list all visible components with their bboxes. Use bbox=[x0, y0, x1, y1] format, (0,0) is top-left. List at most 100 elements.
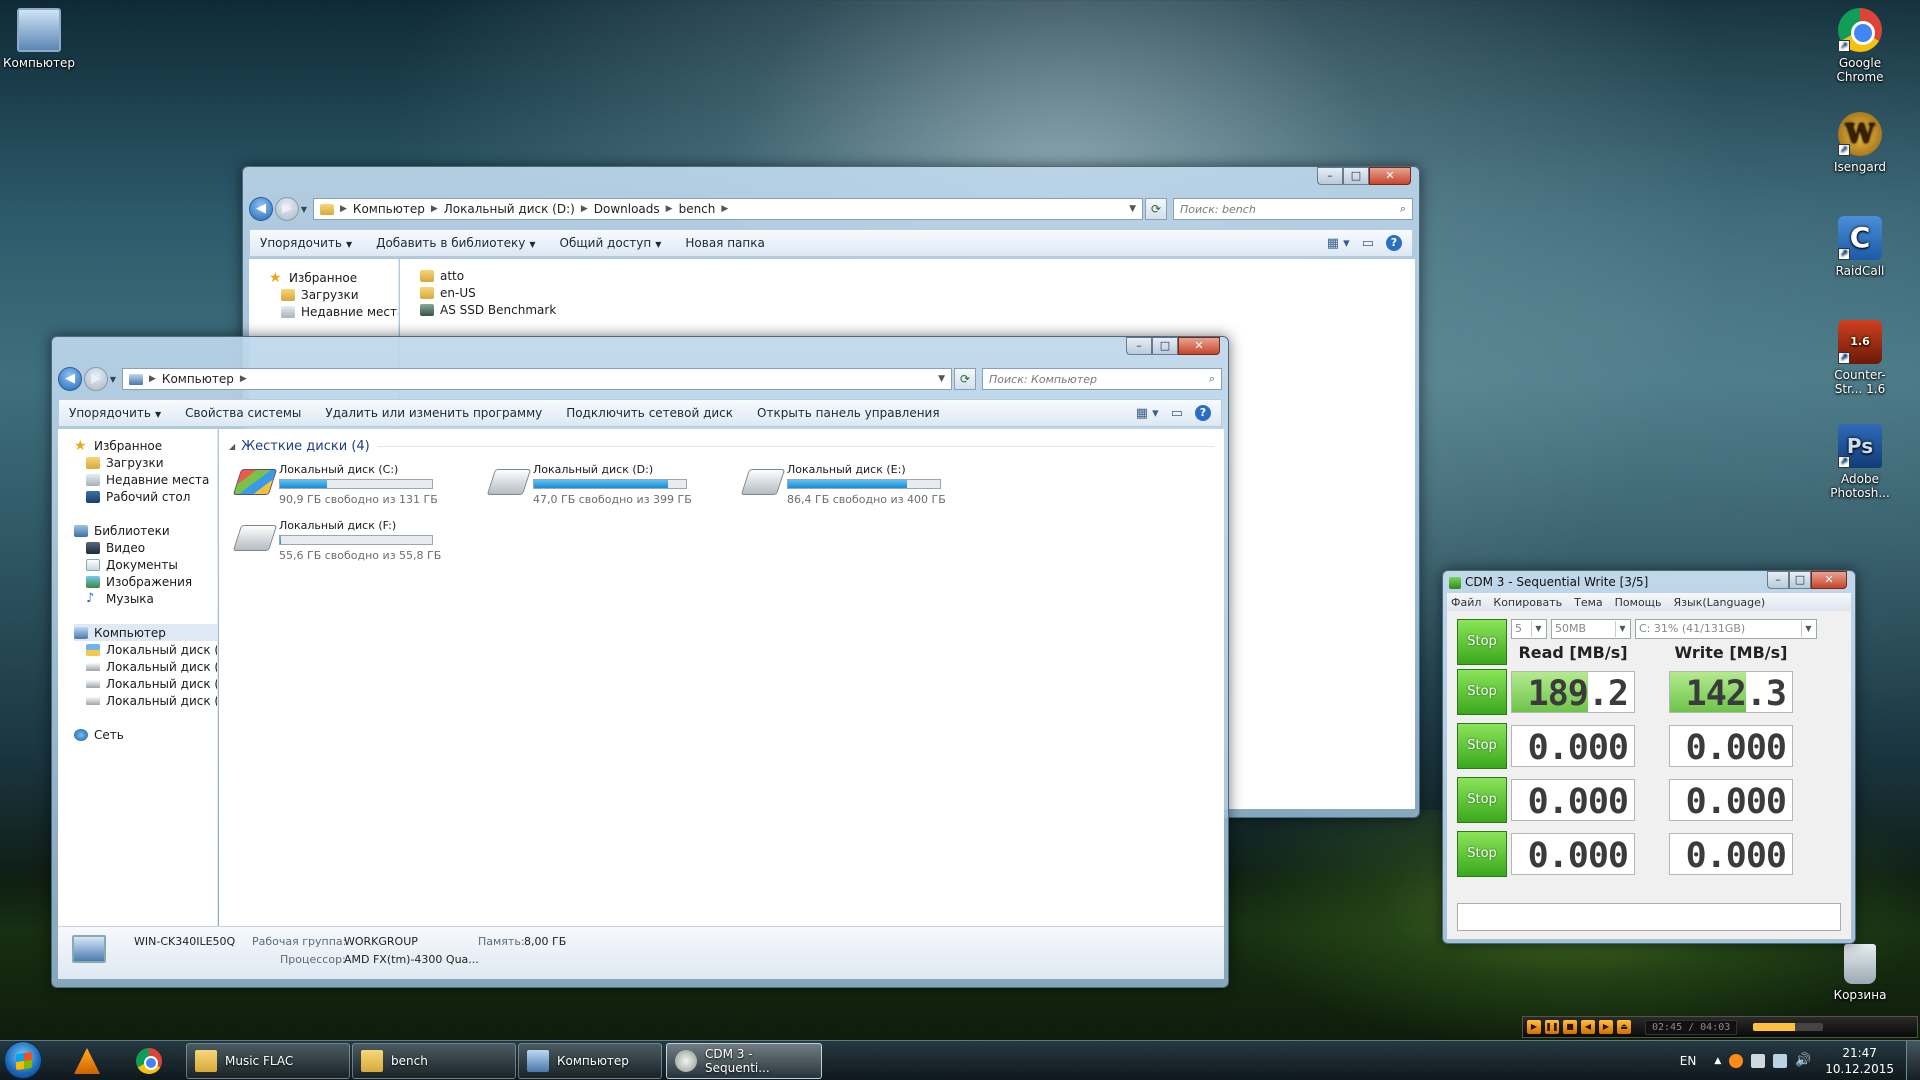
nav-item-drive-e[interactable]: Локальный диск (E: bbox=[74, 675, 217, 692]
desktop-icon-isengard[interactable]: W ↗ Isengard bbox=[1821, 112, 1899, 174]
refresh-button[interactable]: ⟳ bbox=[1145, 198, 1167, 220]
nav-item-drive-c[interactable]: Локальный диск (C bbox=[74, 641, 217, 658]
nav-item-libraries[interactable]: Библиотеки bbox=[74, 522, 217, 539]
nav-item-downloads[interactable]: Загрузки bbox=[269, 286, 398, 303]
help-icon[interactable]: ? bbox=[1195, 405, 1211, 421]
share-menu[interactable]: Общий доступ ▼ bbox=[560, 236, 662, 250]
volume-slider[interactable] bbox=[1753, 1023, 1824, 1031]
nav-item-images[interactable]: Изображения bbox=[74, 573, 217, 590]
nav-item-recent-places[interactable]: Недавние места bbox=[74, 471, 217, 488]
search-input[interactable]: Поиск: Компьютер ⌕ bbox=[982, 368, 1222, 390]
maximize-button[interactable]: □ bbox=[1343, 167, 1369, 185]
nav-item-computer[interactable]: Компьютер bbox=[74, 624, 217, 641]
drive-tile-c[interactable]: Локальный диск (C:) 90,9 ГБ свободно из … bbox=[232, 463, 438, 506]
stop-4k-button[interactable]: Stop bbox=[1457, 777, 1507, 823]
language-indicator[interactable]: EN bbox=[1680, 1054, 1697, 1068]
file-item-atto[interactable]: atto bbox=[420, 267, 1415, 284]
close-button[interactable]: ✕ bbox=[1369, 167, 1411, 185]
nav-item-documents[interactable]: Документы bbox=[74, 556, 217, 573]
nav-item-drive-d[interactable]: Локальный диск (D bbox=[74, 658, 217, 675]
nav-item-drive-f[interactable]: Локальный диск (F: bbox=[74, 692, 217, 709]
pause-icon[interactable]: ❚❚ bbox=[1545, 1020, 1559, 1034]
minimize-button[interactable]: – bbox=[1767, 571, 1789, 589]
drive-group-header[interactable]: ◢ Жесткие диски (4) bbox=[229, 439, 1214, 454]
nav-item-favorites[interactable]: ★ Избранное bbox=[269, 269, 398, 286]
stop-512k-button[interactable]: Stop bbox=[1457, 723, 1507, 769]
address-bar[interactable]: ▶ Компьютер ▶ Локальный диск (D:) ▶ Down… bbox=[313, 198, 1143, 220]
stop-all-button[interactable]: Stop bbox=[1457, 619, 1507, 665]
start-button[interactable] bbox=[4, 1041, 42, 1079]
search-input[interactable]: Поиск: bench ⌕ bbox=[1173, 198, 1413, 220]
pinned-chrome[interactable] bbox=[124, 1043, 174, 1079]
menu-language[interactable]: Язык(Language) bbox=[1674, 596, 1766, 609]
stop-4k-qd32-button[interactable]: Stop bbox=[1457, 831, 1507, 877]
nav-item-downloads[interactable]: Загрузки bbox=[74, 454, 217, 471]
network-icon[interactable] bbox=[1773, 1054, 1788, 1068]
forward-button[interactable]: ▶ bbox=[275, 197, 299, 221]
open-icon[interactable]: ⏏ bbox=[1617, 1020, 1631, 1034]
organize-menu[interactable]: Упорядочить ▼ bbox=[260, 236, 352, 250]
stop-icon[interactable]: ■ bbox=[1563, 1020, 1577, 1034]
drive-tile-e[interactable]: Локальный диск (E:) 86,4 ГБ свободно из … bbox=[740, 463, 946, 506]
nav-item-recent-places[interactable]: Недавние места bbox=[269, 303, 398, 320]
menu-help[interactable]: Помощь bbox=[1615, 596, 1662, 609]
recent-pages-dropdown[interactable]: ▼ bbox=[108, 375, 118, 384]
map-network-drive-button[interactable]: Подключить сетевой диск bbox=[566, 406, 733, 420]
drive-select[interactable]: C: 31% (41/131GB) ▼ bbox=[1635, 619, 1817, 639]
add-to-library-menu[interactable]: Добавить в библиотеку ▼ bbox=[376, 236, 535, 250]
preview-pane-icon[interactable]: ▭ bbox=[1362, 236, 1374, 251]
drive-tile-f[interactable]: Локальный диск (F:) 55,6 ГБ свободно из … bbox=[232, 519, 441, 562]
back-button[interactable]: ◀ bbox=[249, 197, 273, 221]
desktop-icon-raidcall[interactable]: C ↗ RaidCall bbox=[1821, 216, 1899, 278]
close-button[interactable]: ✕ bbox=[1178, 337, 1220, 355]
action-center-icon[interactable] bbox=[1751, 1054, 1766, 1068]
next-icon[interactable]: ▶ bbox=[1599, 1020, 1613, 1034]
taskbar-item-bench[interactable]: bench bbox=[352, 1043, 516, 1079]
address-bar[interactable]: ▶ Компьютер ▶ ▼ bbox=[122, 368, 952, 390]
refresh-button[interactable]: ⟳ bbox=[954, 368, 976, 390]
maximize-button[interactable]: □ bbox=[1152, 337, 1178, 355]
nav-item-video[interactable]: Видео bbox=[74, 539, 217, 556]
taskbar-item-music-flac[interactable]: Music FLAC bbox=[186, 1043, 350, 1079]
help-icon[interactable]: ? bbox=[1386, 235, 1402, 251]
desktop-icon-counter-strike[interactable]: 1.6 ↗ Counter-Str... 1.6 bbox=[1821, 320, 1899, 396]
desktop-icon-chrome[interactable]: ↗ Google Chrome bbox=[1821, 8, 1899, 84]
back-button[interactable]: ◀ bbox=[58, 367, 82, 391]
desktop-icon-photoshop[interactable]: Ps ↗ Adobe Photosh... bbox=[1821, 424, 1899, 500]
taskbar-item-computer[interactable]: Компьютер bbox=[518, 1043, 662, 1079]
new-folder-button[interactable]: Новая папка bbox=[685, 236, 764, 250]
volume-icon[interactable]: 🔊 bbox=[1795, 1054, 1811, 1068]
stop-seq-button[interactable]: Stop bbox=[1457, 669, 1507, 715]
nav-item-music[interactable]: ♪ Музыка bbox=[74, 590, 217, 607]
file-item-as-ssd[interactable]: AS SSD Benchmark bbox=[420, 301, 1415, 318]
close-button[interactable]: ✕ bbox=[1811, 571, 1847, 589]
desktop-icon-recycle-bin[interactable]: Корзина bbox=[1821, 944, 1899, 1002]
aimp-tray-icon[interactable] bbox=[1729, 1054, 1744, 1068]
preview-pane-icon[interactable]: ▭ bbox=[1171, 406, 1183, 421]
uninstall-program-button[interactable]: Удалить или изменить программу bbox=[325, 406, 542, 420]
minimize-button[interactable]: – bbox=[1317, 167, 1343, 185]
breadcrumb-item[interactable]: Компьютер bbox=[353, 202, 425, 216]
system-properties-button[interactable]: Свойства системы bbox=[185, 406, 301, 420]
file-item-en-us[interactable]: en-US bbox=[420, 284, 1415, 301]
runs-select[interactable]: 5 ▼ bbox=[1511, 619, 1547, 639]
nav-item-network[interactable]: Сеть bbox=[74, 726, 217, 743]
open-control-panel-button[interactable]: Открыть панель управления bbox=[757, 406, 940, 420]
minimize-button[interactable]: – bbox=[1126, 337, 1152, 355]
nav-item-desktop[interactable]: Рабочий стол bbox=[74, 488, 217, 505]
breadcrumb-item[interactable]: Downloads bbox=[594, 202, 660, 216]
pinned-aimp[interactable] bbox=[62, 1043, 112, 1079]
organize-menu[interactable]: Упорядочить ▼ bbox=[69, 406, 161, 420]
clock[interactable]: 21:47 10.12.2015 bbox=[1825, 1045, 1894, 1077]
nav-item-favorites[interactable]: ★ Избранное bbox=[74, 437, 217, 454]
menu-copy[interactable]: Копировать bbox=[1493, 596, 1562, 609]
forward-button[interactable]: ▶ bbox=[84, 367, 108, 391]
desktop-icon-computer[interactable]: Компьютер bbox=[0, 8, 78, 70]
address-dropdown-icon[interactable]: ▼ bbox=[1129, 204, 1136, 214]
drive-tile-d[interactable]: Локальный диск (D:) 47,0 ГБ свободно из … bbox=[486, 463, 692, 506]
recent-pages-dropdown[interactable]: ▼ bbox=[299, 205, 309, 214]
play-icon[interactable]: ▶ bbox=[1527, 1020, 1541, 1034]
view-options-icon[interactable]: ▦ ▾ bbox=[1136, 406, 1159, 421]
show-desktop-button[interactable] bbox=[1906, 1041, 1920, 1080]
crystaldiskmark-window[interactable]: CDM 3 - Sequential Write [3/5] – □ ✕ Фай… bbox=[1442, 570, 1856, 944]
